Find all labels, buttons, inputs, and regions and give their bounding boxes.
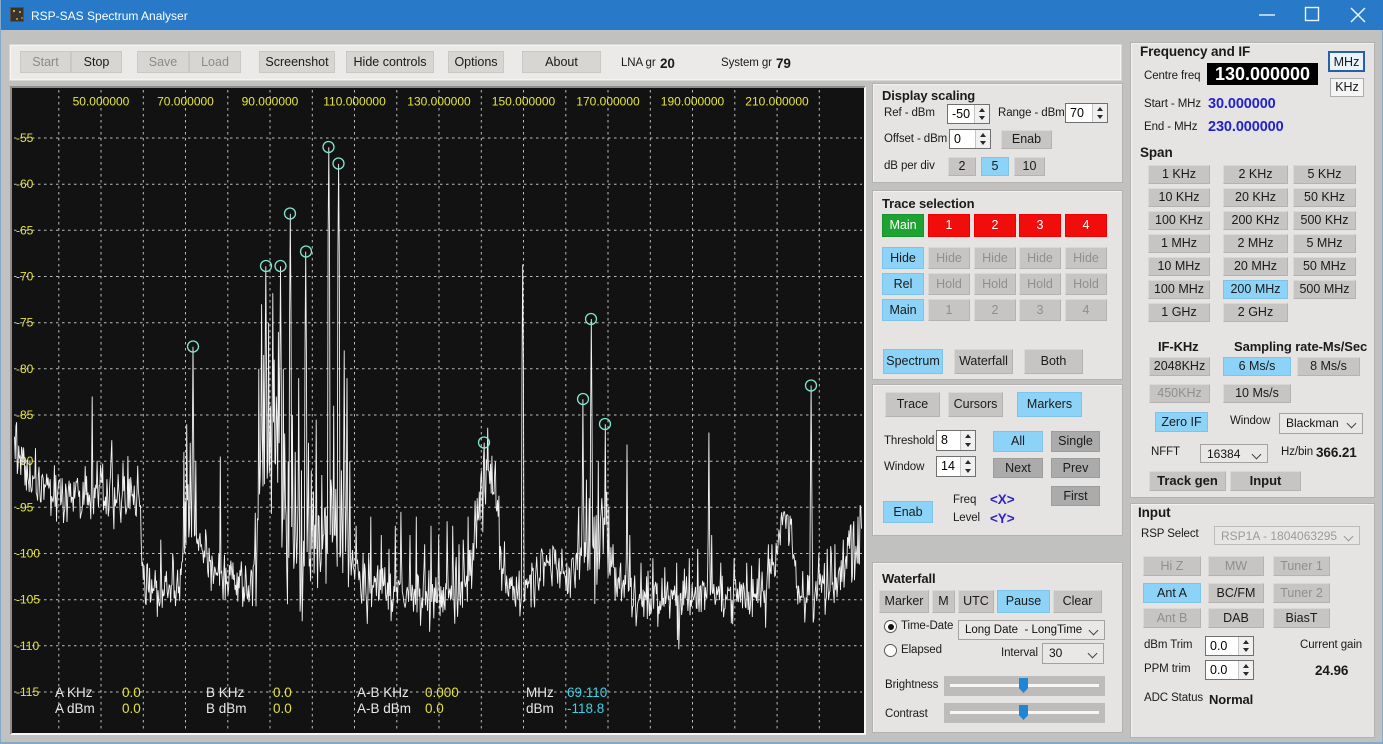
svg-text:210.000000: 210.000000 xyxy=(745,95,809,109)
svg-text:110.000000: 110.000000 xyxy=(323,95,386,109)
svg-text:-80: -80 xyxy=(16,362,34,376)
svg-text:0.000: 0.000 xyxy=(425,685,459,700)
svg-text:69.110: 69.110 xyxy=(567,685,607,700)
svg-text:190.000000: 190.000000 xyxy=(661,95,725,109)
svg-text:0.0: 0.0 xyxy=(273,685,292,700)
svg-text:-100: -100 xyxy=(16,547,40,561)
svg-text:150.000000: 150.000000 xyxy=(492,95,556,109)
svg-text:MHz: MHz xyxy=(526,685,554,700)
svg-text:dBm: dBm xyxy=(526,701,554,716)
svg-text:-95: -95 xyxy=(16,500,34,514)
svg-text:-118.8: -118.8 xyxy=(567,701,604,716)
svg-text:A dBm: A dBm xyxy=(55,701,95,716)
svg-text:A-B dBm: A-B dBm xyxy=(357,701,411,716)
svg-text:A KHz: A KHz xyxy=(55,685,93,700)
svg-text:-75: -75 xyxy=(16,316,34,330)
svg-text:0.0: 0.0 xyxy=(122,685,141,700)
svg-text:A-B KHz: A-B KHz xyxy=(357,685,409,700)
svg-text:50.000000: 50.000000 xyxy=(73,95,130,109)
svg-text:-110: -110 xyxy=(16,639,39,653)
svg-text:-115: -115 xyxy=(16,685,39,699)
svg-text:-65: -65 xyxy=(16,223,34,237)
svg-text:-105: -105 xyxy=(16,593,40,607)
svg-text:-70: -70 xyxy=(16,270,34,284)
svg-text:B KHz: B KHz xyxy=(206,685,245,700)
svg-text:170.000000: 170.000000 xyxy=(576,95,640,109)
svg-text:0.0: 0.0 xyxy=(273,701,292,716)
svg-text:-55: -55 xyxy=(16,131,34,145)
svg-text:70.000000: 70.000000 xyxy=(157,95,214,109)
svg-text:0.0: 0.0 xyxy=(122,701,141,716)
svg-text:B dBm: B dBm xyxy=(206,701,247,716)
svg-text:-60: -60 xyxy=(16,177,34,191)
svg-text:0.0: 0.0 xyxy=(425,701,444,716)
svg-text:90.000000: 90.000000 xyxy=(242,95,299,109)
svg-text:-85: -85 xyxy=(16,408,34,422)
svg-text:130.000000: 130.000000 xyxy=(407,95,471,109)
